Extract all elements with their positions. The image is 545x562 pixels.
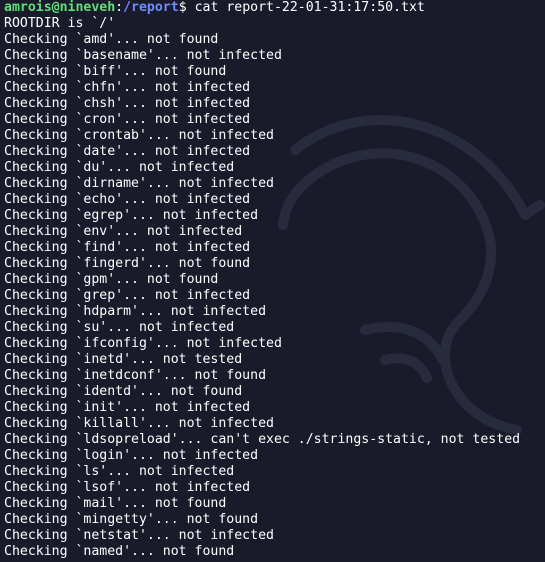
output-line: Checking `amd'... not found [4,32,219,47]
output-line: Checking `egrep'... not infected [4,208,259,223]
terminal-window[interactable]: amrois@nineveh:/report$ cat report-22-01… [0,0,545,562]
output-line: Checking `grep'... not infected [4,288,251,303]
output-line: Checking `mail'... not found [4,496,227,511]
output-line: Checking `hdparm'... not infected [4,304,267,319]
output-line: Checking `lsof'... not infected [4,480,251,495]
output-line: Checking `netstat'... not infected [4,528,274,543]
output-line: Checking `chfn'... not infected [4,80,251,95]
output-line: Checking `gpm'... not found [4,272,219,287]
prompt-line: amrois@nineveh:/report$ cat report-22-01… [4,0,545,16]
output-line: Checking `cron'... not infected [4,112,251,127]
output-line: Checking `dirname'... not infected [4,176,274,191]
output-line: Checking `killall'... not infected [4,416,274,431]
output-line: Checking `env'... not infected [4,224,243,239]
output-line: Checking `ifconfig'... not infected [4,336,282,351]
prompt-command: cat report-22-01-31:17:50.txt [186,0,425,15]
output-line: Checking `basename'... not infected [4,48,282,63]
output-line: Checking `mingetty'... not found [4,512,259,527]
prompt-separator: : [115,0,124,15]
output-line: Checking `ldsopreload'... can't exec ./s… [4,432,521,447]
prompt-user-host: amrois@nineveh [4,0,116,15]
prompt-path: /report [123,0,179,15]
output-line: ROOTDIR is `/' [4,16,116,31]
output-line: Checking `chsh'... not infected [4,96,251,111]
output-line: Checking `ls'... not infected [4,464,235,479]
output-line: Checking `find'... not infected [4,240,251,255]
output-line: Checking `init'... not infected [4,400,251,415]
output-line: Checking `su'... not infected [4,320,235,335]
output-line: Checking `date'... not infected [4,144,251,159]
terminal-screen: amrois@nineveh:/report$ cat report-22-01… [4,0,545,560]
output-line: Checking `biff'... not found [4,64,227,79]
output-line: Checking `login'... not infected [4,448,259,463]
output-line: Checking `inetdconf'... not found [4,368,267,383]
output-line: Checking `fingerd'... not found [4,256,251,271]
output-line: Checking `echo'... not infected [4,192,251,207]
output-line: Checking `du'... not infected [4,160,235,175]
prompt-symbol: $ [178,0,187,15]
output-line: Checking `identd'... not found [4,384,243,399]
output-line: Checking `crontab'... not infected [4,128,274,143]
output-line: Checking `named'... not found [4,544,235,559]
output-line: Checking `inetd'... not tested [4,352,243,367]
